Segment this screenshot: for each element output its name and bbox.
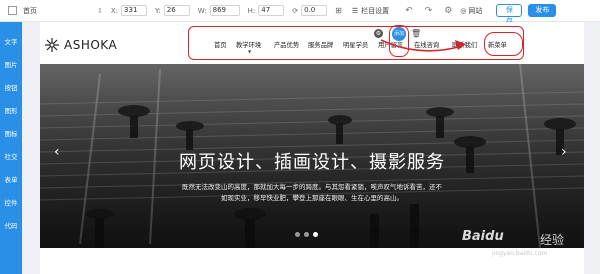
page-icon xyxy=(8,6,17,15)
h-label: H: xyxy=(247,6,256,15)
settings-icon[interactable]: ⚙ xyxy=(444,6,452,16)
grid-icon[interactable]: ⊞ xyxy=(335,6,342,15)
w-field: W: 869 xyxy=(198,5,240,16)
sidebar-item-button[interactable]: 按钮 xyxy=(0,82,22,92)
page-dropdown-icon[interactable]: ⇕ xyxy=(97,7,103,15)
banner-prev-icon[interactable]: ‹ xyxy=(54,144,60,160)
hero-banner[interactable]: 网页设计、插画设计、摄影服务 既然无法改变山的高度，那就加大每一步的跨度。与其怨… xyxy=(40,64,584,248)
annotation-ring-new xyxy=(484,32,523,56)
sidebar-item-form[interactable]: 表单 xyxy=(0,174,22,184)
column-settings[interactable]: ☰ 栏目设置 xyxy=(352,6,389,16)
sidebar-item-icon[interactable]: 图标 xyxy=(0,128,22,138)
banner-subtitle-line-1: 既然无法改变山的高度，那就加大每一步的跨度。与其怨看紧锁，唉声叹气地诉看苦，还不 xyxy=(182,183,442,191)
redo-icon[interactable]: ↷ xyxy=(425,6,433,16)
banner-dot-1[interactable] xyxy=(295,232,300,237)
banner-subtitle: 既然无法改变山的高度，那就加大每一步的跨度。与其怨看紧锁，唉声叹气地诉看苦，还不… xyxy=(180,182,444,204)
column-settings-label: 栏目设置 xyxy=(361,6,390,15)
save-button[interactable]: 保存 xyxy=(496,4,523,25)
y-input[interactable]: 26 xyxy=(163,5,190,16)
component-sidebar: 文字 图片 按钮 图形 图标 社交 表单 控件 代码 xyxy=(0,22,22,274)
watermark-brand: Baidu xyxy=(462,229,504,244)
editor-app: 首页 ⇕ X: 331 Y: 26 W: 869 H: 47 ⟳ 0.0 ⊞ ☰… xyxy=(0,0,600,274)
rotate-icon: ⟳ xyxy=(292,6,299,15)
sidebar-item-social[interactable]: 社交 xyxy=(0,151,22,161)
x-input[interactable]: 331 xyxy=(121,5,148,16)
site-menu[interactable]: ◎ 网站 xyxy=(460,6,482,16)
watermark-url: jingyan.baidu.com xyxy=(492,250,548,257)
page-selector[interactable]: 首页 xyxy=(8,6,37,16)
banner-subtitle-line-2: 如现实业，移早快业肥，攀登上那座在眼眼、生在心里的高山。 xyxy=(221,194,403,202)
w-label: W: xyxy=(197,6,207,15)
y-field: Y: 26 xyxy=(155,5,190,16)
x-field: X: 331 xyxy=(110,5,148,16)
banner-title: 网页设计、插画设计、摄影服务 xyxy=(179,152,445,173)
rotate-field: ⟳ 0.0 xyxy=(292,5,328,16)
sidebar-item-code[interactable]: 代码 xyxy=(0,220,22,230)
banner-pagination xyxy=(295,232,318,237)
annotation-ring-add xyxy=(389,25,409,57)
undo-icon[interactable]: ↶ xyxy=(405,6,413,16)
logo-text: ASHOKA xyxy=(64,38,118,52)
publish-button[interactable]: 发布 xyxy=(528,4,557,17)
page-label: 首页 xyxy=(23,6,37,15)
site-logo[interactable]: ASHOKA xyxy=(42,37,117,53)
h-field: H: 47 xyxy=(248,5,285,16)
site-header[interactable]: ASHOKA ⚙ 添加 🗑 首页 教学环境 产品优势 服务品牌 明星学员 用户留… xyxy=(40,22,584,64)
y-label: Y: xyxy=(155,6,161,15)
rotate-input[interactable]: 0.0 xyxy=(301,5,328,16)
editor-canvas: ASHOKA ⚙ 添加 🗑 首页 教学环境 产品优势 服务品牌 明星学员 用户留… xyxy=(22,22,600,274)
site-label: 网站 xyxy=(468,6,483,15)
h-input[interactable]: 47 xyxy=(258,5,285,16)
banner-next-icon[interactable]: › xyxy=(561,144,567,160)
globe-icon: ◎ xyxy=(460,6,467,15)
top-toolbar: 首页 ⇕ X: 331 Y: 26 W: 869 H: 47 ⟳ 0.0 ⊞ ☰… xyxy=(0,0,600,25)
sidebar-item-widget[interactable]: 控件 xyxy=(0,197,22,207)
sidebar-item-text[interactable]: 文字 xyxy=(0,36,22,46)
sidebar-item-shape[interactable]: 图形 xyxy=(0,105,22,115)
sidebar-item-image[interactable]: 图片 xyxy=(0,59,22,69)
banner-dot-3[interactable] xyxy=(313,232,318,237)
ashoka-logo-icon xyxy=(45,38,59,52)
w-input[interactable]: 869 xyxy=(209,5,240,16)
watermark-cn: 经验 xyxy=(540,233,565,247)
x-label: X: xyxy=(110,6,119,15)
history-icons: ↶ ↷ ⚙ xyxy=(405,6,452,16)
banner-dot-2[interactable] xyxy=(304,232,309,237)
layers-icon: ☰ xyxy=(351,6,359,15)
annotation-frame xyxy=(188,26,524,60)
